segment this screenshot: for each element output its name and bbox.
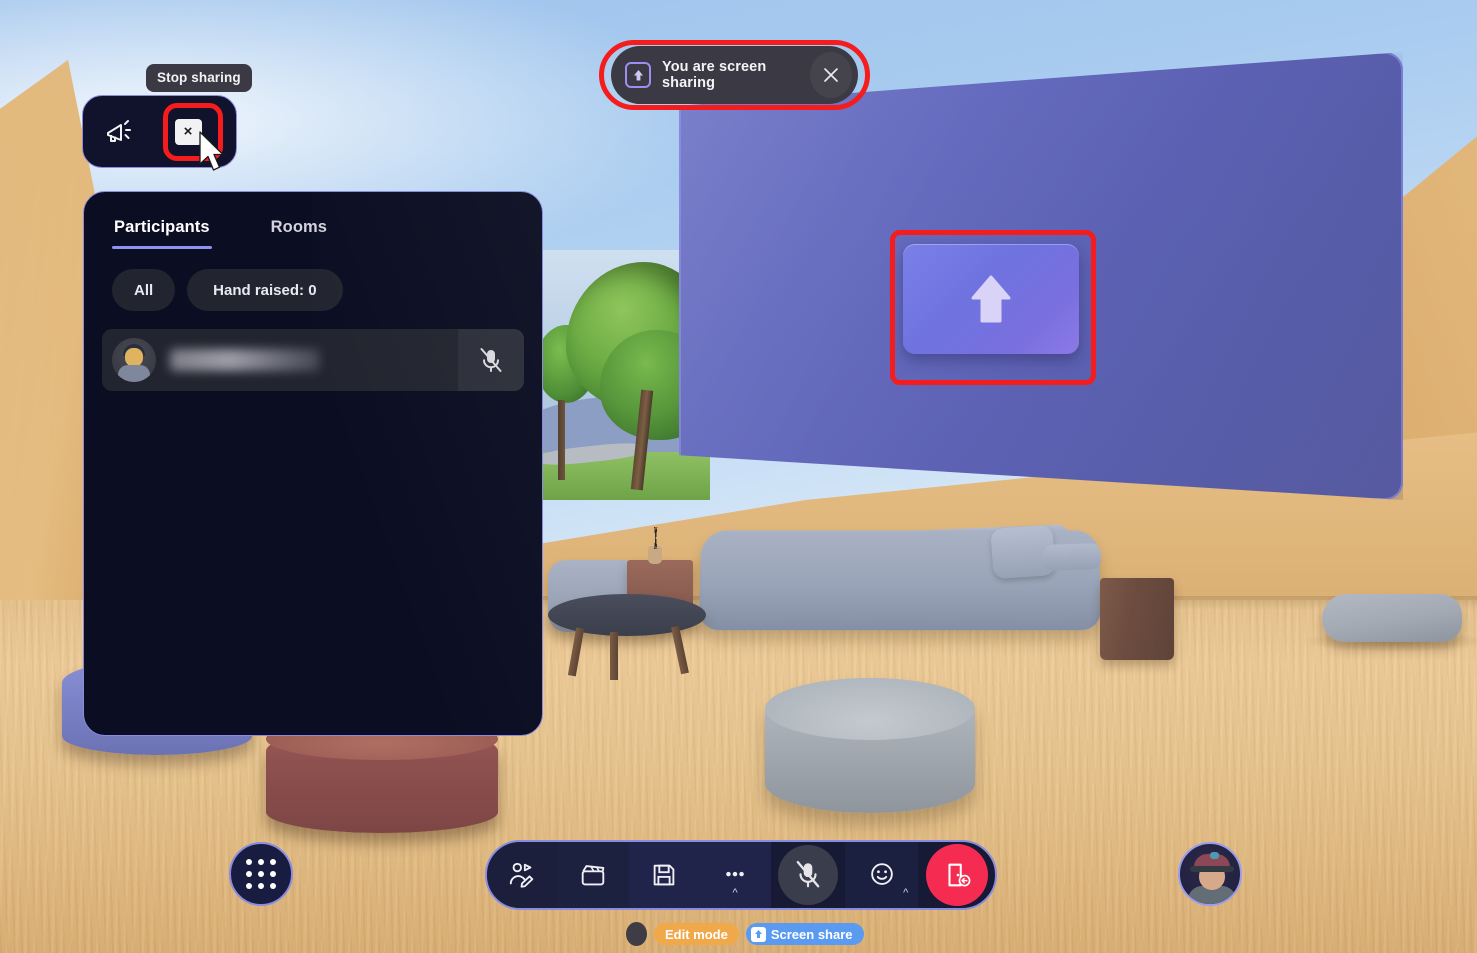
list-item[interactable] [102, 329, 524, 391]
filter-all[interactable]: All [112, 269, 176, 311]
apps-grid-button[interactable] [229, 842, 293, 906]
clapperboard-icon [582, 865, 605, 886]
filter-hand-raised-label: Hand raised: 0 [213, 281, 317, 299]
mic-off-icon [796, 860, 820, 888]
screen-share-label: Screen share [770, 926, 853, 942]
banner-close-button[interactable] [809, 52, 852, 98]
tab-rooms[interactable]: Rooms [269, 214, 329, 249]
status-badges: Edit mode Screen share [626, 922, 864, 946]
red-drum-stool [266, 718, 498, 833]
coffee-table [548, 594, 706, 636]
tab-rooms-label: Rooms [270, 218, 328, 236]
apps-grid-icon [246, 859, 276, 889]
chevron-up-icon: ^ [903, 887, 909, 899]
leave-room-button[interactable] [918, 842, 995, 908]
tab-participants-label: Participants [114, 218, 210, 236]
mic-circle-background [777, 845, 838, 905]
bullhorn-icon [107, 119, 131, 142]
screen-share-up-icon [750, 926, 766, 942]
media-clapperboard-button[interactable] [557, 842, 629, 908]
meeting-toolbar: ^ ^ [485, 840, 997, 910]
leave-button-circle [925, 844, 988, 906]
wooden-block-stool [1100, 578, 1174, 660]
filter-hand-raised[interactable]: Hand raised: 0 [187, 269, 343, 311]
panel-tabs: Participants Rooms [84, 192, 542, 249]
bullhorn-button[interactable] [83, 96, 153, 167]
more-options-button[interactable]: ^ [699, 842, 771, 908]
ellipsis-icon [726, 871, 744, 877]
status-indicator-dot [626, 922, 647, 946]
leave-door-icon [948, 863, 971, 887]
close-icon [824, 68, 838, 82]
filter-all-label: All [134, 281, 154, 299]
coffee-table-leg-2 [610, 632, 618, 680]
participant-name-redacted [170, 349, 320, 371]
arrow-up-icon [971, 275, 1011, 323]
save-button[interactable] [628, 842, 700, 908]
banner-message: You are screen sharing [662, 59, 767, 91]
floppy-disk-icon [653, 864, 675, 886]
close-icon: × [174, 118, 202, 145]
status-badge-edit-mode: Edit mode [654, 923, 739, 945]
participant-list [84, 311, 542, 391]
decorative-stone [1322, 594, 1462, 642]
avatar [112, 338, 156, 382]
screen-share-up-icon [625, 62, 651, 88]
round-ottoman [765, 678, 975, 813]
chevron-up-icon: ^ [732, 887, 738, 899]
avatar-pencil-icon [510, 862, 534, 888]
tree-trunk-small [558, 400, 565, 480]
reactions-button[interactable]: ^ [845, 842, 919, 908]
self-avatar[interactable] [1178, 842, 1242, 906]
participant-filters: All Hand raised: 0 [84, 249, 542, 311]
microphone-toggle-button[interactable] [771, 842, 846, 908]
edit-mode-label: Edit mode [665, 926, 728, 942]
pencils [650, 527, 662, 549]
mouse-cursor [199, 131, 224, 171]
mic-off-icon [480, 348, 502, 372]
avatar-edit-button[interactable] [487, 842, 558, 908]
stop-sharing-tooltip: Stop sharing [146, 64, 252, 92]
status-badge-screen-share: Screen share [745, 923, 864, 945]
smiley-icon [871, 863, 893, 885]
participants-panel: Participants Rooms All Hand raised: 0 [83, 191, 543, 736]
screen-sharing-banner: You are screen sharing [611, 46, 858, 104]
screen-share-placeholder[interactable] [903, 244, 1079, 354]
app-root: You are screen sharing Stop sharing × Pa… [0, 0, 1477, 953]
sofa-pillow-2 [1042, 542, 1102, 572]
tab-participants[interactable]: Participants [112, 214, 212, 249]
participant-mute-toggle[interactable] [458, 329, 524, 391]
